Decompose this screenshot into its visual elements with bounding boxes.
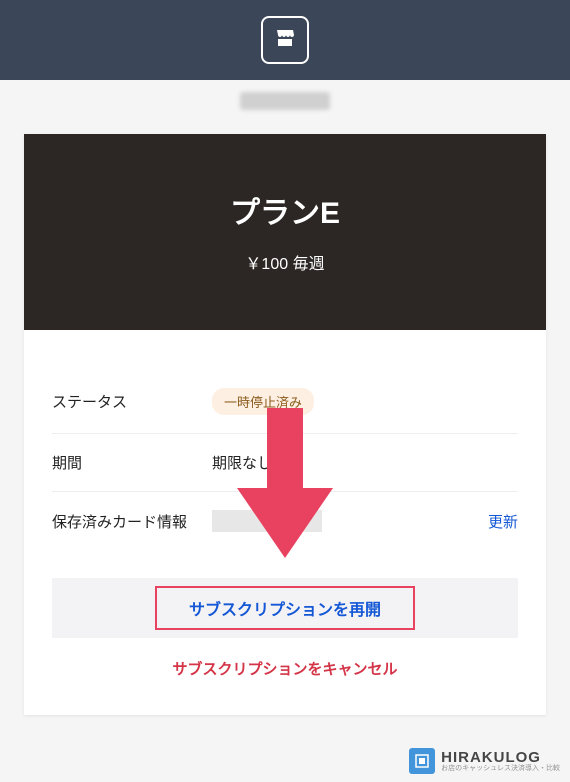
period-value: 期限なし [212,452,518,473]
status-value: 一時停止済み [212,388,518,415]
watermark-text: HIRAKULOG お店のキャッシュレス決済導入・比較 [441,750,560,772]
saved-card-label: 保存済みカード情報 [52,511,212,532]
watermark-subtitle: お店のキャッシュレス決済導入・比較 [441,765,560,772]
card-header: プランE ￥100 毎週 [24,134,546,330]
cancel-subscription-button[interactable]: サブスクリプションをキャンセル [52,638,518,687]
saved-card-value [212,510,488,532]
store-icon [273,26,297,55]
status-badge: 一時停止済み [212,388,314,415]
resume-subscription-button[interactable]: サブスクリプションを再開 [52,578,518,638]
card-body: ステータス 一時停止済み 期間 期限なし 保存済みカード情報 更新 サブスクリプ… [24,330,546,715]
watermark: HIRAKULOG お店のキャッシュレス決済導入・比較 [409,748,560,774]
update-card-link[interactable]: 更新 [488,511,518,532]
status-row: ステータス 一時停止済み [52,370,518,434]
status-label: ステータス [52,391,212,412]
redacted-text [240,92,330,110]
saved-card-row: 保存済みカード情報 更新 [52,492,518,550]
period-label: 期間 [52,452,212,473]
plan-name: プランE [44,188,526,232]
store-icon-button[interactable] [261,16,309,64]
plan-price: ￥100 毎週 [44,250,526,274]
watermark-title: HIRAKULOG [441,750,560,765]
topbar [0,0,570,80]
card-info-masked [212,510,322,532]
period-row: 期間 期限なし [52,434,518,492]
watermark-logo-icon [409,748,435,774]
resume-button-label: サブスクリプションを再開 [189,602,381,619]
subscription-card: プランE ￥100 毎週 ステータス 一時停止済み 期間 期限なし 保存済みカー… [24,134,546,715]
